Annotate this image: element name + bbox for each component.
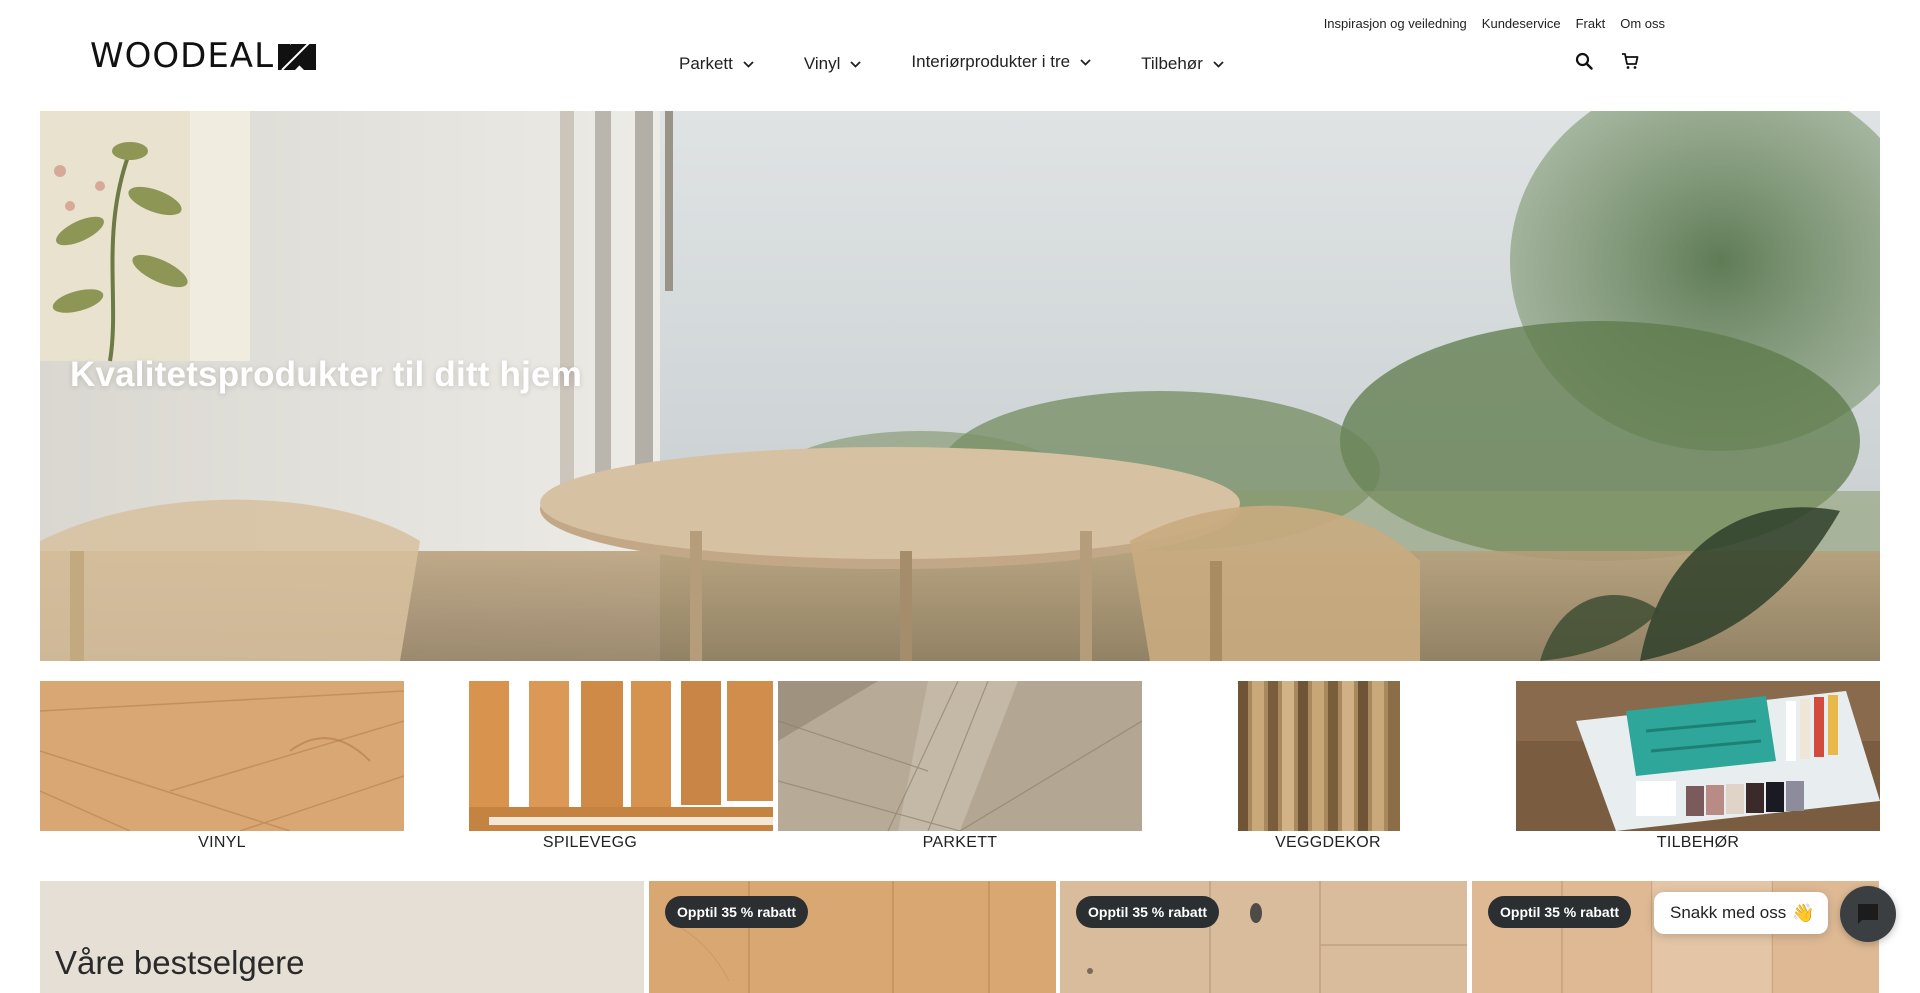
main-nav: Parkett Vinyl Interiørprodukter i tre Ti… — [679, 52, 1224, 74]
category-label: VEGGDEKOR — [1275, 834, 1381, 851]
util-link-inspiration[interactable]: Inspirasjon og veiledning — [1324, 16, 1467, 31]
nav-item-parkett[interactable]: Parkett — [679, 54, 754, 74]
search-icon[interactable] — [1574, 51, 1594, 71]
discount-badge: Opptil 35 % rabatt — [1076, 896, 1220, 928]
chat-prompt-bubble[interactable]: Snakk med oss 👋 — [1654, 892, 1828, 934]
chevron-down-icon — [850, 60, 862, 68]
woodeal-logo-mark-icon — [278, 42, 317, 70]
product-card[interactable]: Opptil 35 % rabatt — [649, 881, 1056, 993]
discount-badge: Opptil 35 % rabatt — [665, 896, 809, 928]
header-actions — [1574, 51, 1640, 71]
category-spilevegg[interactable]: SPILEVEGG — [408, 681, 773, 851]
discount-badge: Opptil 35 % rabatt — [1488, 896, 1632, 928]
chevron-down-icon — [1080, 58, 1091, 66]
chevron-down-icon — [743, 60, 754, 68]
category-vinyl[interactable]: VINYL — [40, 681, 404, 851]
util-link-shipping[interactable]: Frakt — [1576, 16, 1606, 31]
bestsellers-panel: Våre bestselgere — [40, 881, 644, 993]
hero-title: Kvalitetsprodukter til ditt hjem — [70, 355, 583, 394]
category-label: SPILEVEGG — [542, 834, 638, 851]
category-tilbehor[interactable]: TILBEHØR — [1516, 681, 1880, 851]
category-tilbehor-image — [1516, 681, 1880, 831]
chevron-down-icon — [1213, 60, 1224, 68]
product-card[interactable]: Opptil 35 % rabatt — [1060, 881, 1467, 993]
nav-item-label: Vinyl — [803, 54, 841, 73]
category-label: VINYL — [198, 834, 246, 851]
category-veggdekor-image — [1238, 681, 1400, 831]
category-parkett[interactable]: PARKETT — [778, 681, 1142, 851]
category-parkett-image — [778, 681, 1142, 831]
hero-banner: Kvalitetsprodukter til ditt hjem — [40, 111, 1880, 661]
category-label: PARKETT — [922, 834, 998, 851]
chat-icon — [1858, 904, 1878, 924]
utility-nav: Inspirasjon og veiledning Kundeservice F… — [1324, 16, 1665, 31]
site-header: WOODEAL Inspirasjon og veiledning Kundes… — [0, 0, 1920, 111]
wave-emoji: 👋 — [1792, 902, 1815, 923]
nav-item-vinyl[interactable]: Vinyl — [804, 54, 862, 74]
category-spilevegg-image — [469, 681, 773, 831]
util-link-about[interactable]: Om oss — [1620, 16, 1665, 31]
category-vinyl-image — [40, 681, 404, 831]
category-veggdekor[interactable]: VEGGDEKOR — [1146, 681, 1510, 851]
chat-button[interactable] — [1840, 886, 1896, 942]
nav-item-interior[interactable]: Interiørprodukter i tre — [911, 52, 1091, 72]
chat-label: Snakk med oss — [1670, 903, 1787, 922]
bestsellers-title: Våre bestselgere — [55, 944, 305, 981]
cart-icon[interactable] — [1620, 51, 1640, 71]
nav-item-label: Parkett — [679, 54, 733, 73]
woodeal-logo[interactable]: WOODEAL — [90, 36, 317, 76]
logo-text: WOODEAL — [90, 36, 275, 76]
util-link-customer-service[interactable]: Kundeservice — [1482, 16, 1561, 31]
nav-item-tilbehor[interactable]: Tilbehør — [1141, 54, 1224, 74]
nav-item-label: Tilbehør — [1141, 54, 1203, 73]
category-label: TILBEHØR — [1656, 834, 1740, 851]
nav-item-label: Interiørprodukter i tre — [911, 52, 1071, 71]
